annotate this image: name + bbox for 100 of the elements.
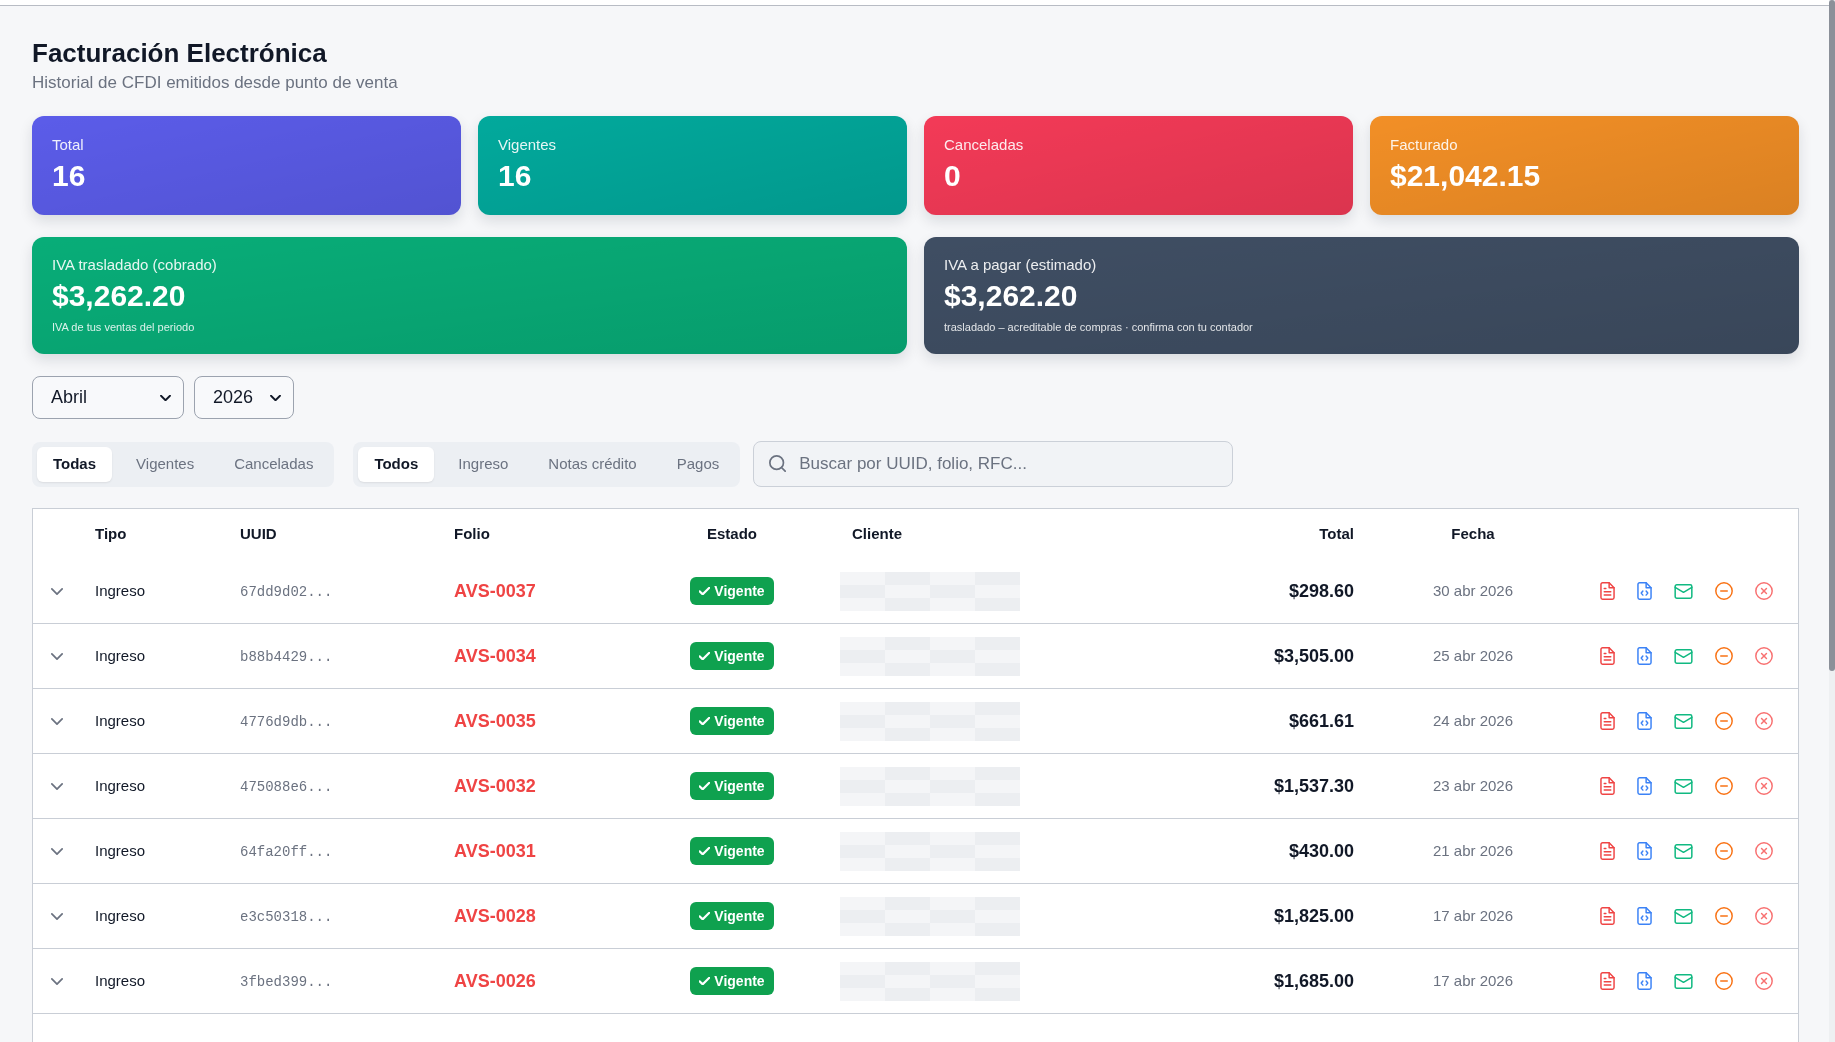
folio-text: AVS-0034 (454, 645, 536, 666)
mail-icon[interactable] (1674, 583, 1693, 599)
mail-icon[interactable] (1674, 778, 1693, 794)
stat-value: $21,042.15 (1390, 158, 1541, 194)
column-header: UUID (240, 525, 277, 542)
stat-label: Vigentes (498, 135, 557, 155)
scrollbar[interactable] (1829, 0, 1835, 671)
chevron-down-icon[interactable] (51, 977, 63, 985)
stat-label: Canceladas (944, 135, 1024, 155)
uuid-text: 67dd9d02... (240, 584, 333, 600)
minus-circle-icon[interactable] (1715, 842, 1733, 860)
total-amount: $3,505.00 (1273, 645, 1354, 666)
file-text-icon[interactable] (1600, 582, 1615, 600)
invoice-type: Ingreso (95, 972, 146, 989)
summary-label: IVA trasladado (cobrado) (52, 255, 217, 275)
filter-tab[interactable]: Vigentes (120, 446, 211, 482)
column-header: Fecha (1451, 525, 1495, 542)
x-circle-icon[interactable] (1755, 777, 1773, 795)
invoice-type: Ingreso (95, 842, 146, 859)
uuid-text: b88b4429... (240, 649, 333, 665)
invoice-date: 30 abr 2026 (1432, 582, 1514, 599)
file-code-icon[interactable] (1637, 582, 1652, 600)
uuid-text: 3fbed399... (240, 974, 333, 990)
file-code-icon[interactable] (1637, 777, 1652, 795)
filter-tab[interactable]: Todas (37, 446, 113, 482)
filter-tab[interactable]: Canceladas (218, 446, 330, 482)
chevron-down-icon[interactable] (51, 912, 63, 920)
file-code-icon[interactable] (1637, 972, 1652, 990)
file-text-icon[interactable] (1600, 647, 1615, 665)
chevron-down-icon[interactable] (51, 717, 63, 725)
status-text: Vigente (714, 971, 765, 991)
uuid-text: e3c50318... (240, 909, 333, 925)
x-circle-icon[interactable] (1755, 647, 1773, 665)
file-code-icon[interactable] (1637, 712, 1652, 730)
stat-value: 16 (52, 158, 86, 194)
folio-text: AVS-0035 (454, 710, 536, 731)
file-text-icon[interactable] (1600, 777, 1615, 795)
month-select[interactable]: Abril (32, 376, 184, 419)
check-icon (699, 912, 711, 920)
column-header: Cliente (852, 525, 902, 542)
folio-text: AVS-0031 (454, 840, 536, 861)
check-icon (699, 587, 711, 595)
status-text: Vigente (714, 581, 765, 601)
mail-icon[interactable] (1674, 843, 1693, 859)
invoice-type: Ingreso (95, 777, 146, 794)
page-subtitle: Historial de CFDI emitidos desde punto de venta (32, 72, 398, 94)
total-amount: $1,685.00 (1273, 970, 1354, 991)
x-circle-icon[interactable] (1755, 842, 1773, 860)
chevron-down-icon[interactable] (51, 847, 63, 855)
x-circle-icon[interactable] (1755, 582, 1773, 600)
minus-circle-icon[interactable] (1715, 582, 1733, 600)
check-icon (699, 717, 711, 725)
file-text-icon[interactable] (1600, 842, 1615, 860)
page-title: Facturación Electrónica (32, 37, 327, 69)
total-amount: $1,537.30 (1273, 775, 1354, 796)
x-circle-icon[interactable] (1755, 972, 1773, 990)
file-text-icon[interactable] (1600, 907, 1615, 925)
file-code-icon[interactable] (1637, 907, 1652, 925)
x-circle-icon[interactable] (1755, 712, 1773, 730)
minus-circle-icon[interactable] (1715, 777, 1733, 795)
chevron-down-icon[interactable] (51, 782, 63, 790)
check-icon (699, 782, 711, 790)
uuid-text: 4776d9db... (240, 714, 333, 730)
chevron-down-icon[interactable] (51, 587, 63, 595)
status-text: Vigente (714, 646, 765, 666)
year-select[interactable]: 2026 (194, 376, 294, 419)
x-circle-icon[interactable] (1755, 907, 1773, 925)
minus-circle-icon[interactable] (1715, 972, 1733, 990)
invoice-date: 23 abr 2026 (1432, 777, 1514, 794)
filter-tab[interactable]: Todos (358, 446, 435, 482)
stat-value: 16 (498, 158, 532, 194)
column-header: Estado (707, 525, 757, 542)
mail-icon[interactable] (1674, 908, 1693, 924)
search-field[interactable]: Buscar por UUID, folio, RFC... (753, 441, 1234, 487)
summary-value: $3,262.20 (944, 278, 1078, 314)
check-icon (699, 977, 711, 985)
filter-tab[interactable]: Notas crédito (532, 446, 653, 482)
minus-circle-icon[interactable] (1715, 712, 1733, 730)
invoice-date: 17 abr 2026 (1432, 907, 1514, 924)
file-text-icon[interactable] (1600, 972, 1615, 990)
mail-icon[interactable] (1674, 713, 1693, 729)
filter-tab[interactable]: Ingreso (442, 446, 525, 482)
mail-icon[interactable] (1674, 973, 1693, 989)
minus-circle-icon[interactable] (1715, 647, 1733, 665)
invoice-type: Ingreso (95, 582, 146, 599)
total-amount: $1,825.00 (1273, 905, 1354, 926)
filter-tab[interactable]: Pagos (660, 446, 736, 482)
minus-circle-icon[interactable] (1715, 907, 1733, 925)
uuid-text: 64fa20ff... (240, 844, 333, 860)
file-code-icon[interactable] (1637, 647, 1652, 665)
file-code-icon[interactable] (1637, 842, 1652, 860)
file-text-icon[interactable] (1600, 712, 1615, 730)
search-icon (769, 455, 787, 472)
check-icon (699, 847, 711, 855)
chevron-down-icon[interactable] (51, 652, 63, 660)
summary-label: IVA a pagar (estimado) (944, 255, 1097, 275)
total-amount: $298.60 (1288, 580, 1354, 601)
status-text: Vigente (714, 906, 765, 926)
summary-note: IVA de tus ventas del periodo (52, 320, 195, 334)
mail-icon[interactable] (1674, 648, 1693, 664)
